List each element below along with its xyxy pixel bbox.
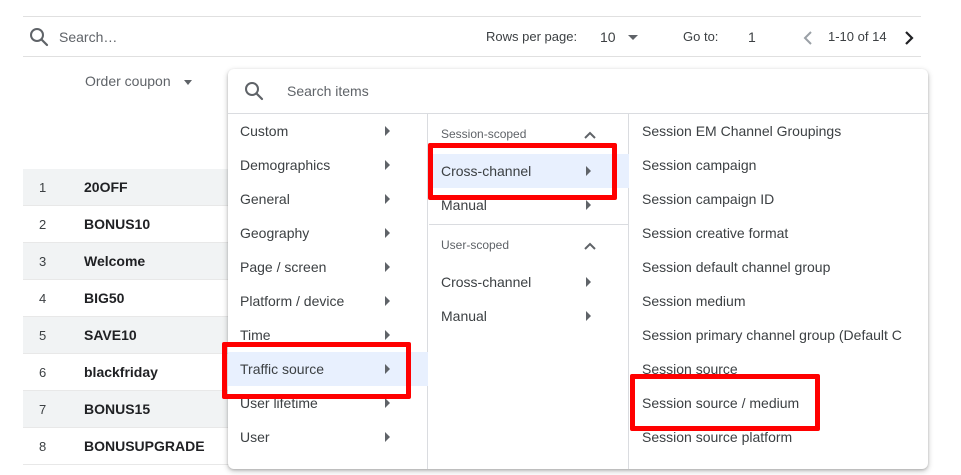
category-item-geography[interactable]: Geography: [228, 216, 428, 250]
caret-right-icon: [586, 200, 591, 210]
dimension-item[interactable]: Session default channel group: [642, 259, 830, 275]
category-label: Demographics: [240, 157, 331, 173]
category-item-user[interactable]: User: [228, 420, 428, 454]
table-toolbar: Search… Rows per page: 10 Go to: 1 1-10 …: [23, 16, 921, 57]
row-number: 4: [39, 291, 47, 306]
caret-right-icon: [586, 311, 591, 321]
row-coupon: Welcome: [84, 253, 146, 269]
dimension-item[interactable]: Session source platform: [642, 429, 792, 445]
dimension-item[interactable]: Session primary channel group (Default C: [642, 327, 902, 343]
category-label: General: [240, 191, 290, 207]
scope-label: Manual: [441, 308, 487, 324]
dimension-item[interactable]: Session campaign: [642, 157, 756, 173]
scope-heading-user: User-scoped: [441, 238, 510, 252]
dimension-item[interactable]: Session EM Channel Groupings: [642, 123, 841, 139]
picker-search-input[interactable]: Search items: [287, 83, 369, 99]
category-item-general[interactable]: General: [228, 182, 428, 216]
row-number: 8: [39, 439, 47, 454]
row-coupon: BONUS10: [84, 216, 151, 232]
row-coupon: 20OFF: [84, 179, 128, 195]
category-label: Platform / device: [240, 293, 345, 309]
pagination-range: 1-10 of 14: [828, 29, 887, 44]
chevron-right-icon[interactable]: [903, 30, 915, 51]
category-list: Custom Demographics General Geography Pa…: [228, 114, 428, 469]
highlight-cross-channel: [428, 143, 617, 200]
row-coupon: blackfriday: [84, 364, 158, 380]
caret-right-icon: [385, 398, 390, 408]
row-number: 3: [39, 254, 47, 269]
row-number: 7: [39, 402, 47, 417]
caret-right-icon: [385, 432, 390, 442]
picker-search-bar: Search items: [228, 69, 928, 114]
category-item-demographics[interactable]: Demographics: [228, 148, 428, 182]
category-label: Page / screen: [240, 259, 327, 275]
category-label: Geography: [240, 225, 310, 241]
goto-page-input[interactable]: 1: [748, 28, 756, 46]
row-coupon: BIG50: [84, 290, 125, 306]
caret-right-icon: [385, 228, 390, 238]
scope-heading-session: Session-scoped: [441, 127, 527, 141]
row-coupon: BONUS15: [84, 401, 151, 417]
row-coupon: BONUSUPGRADE: [84, 438, 205, 454]
caret-down-icon[interactable]: [184, 80, 192, 85]
dimension-picker: Search items Custom Demographics General…: [228, 69, 928, 469]
caret-right-icon: [385, 296, 390, 306]
row-number: 1: [39, 180, 47, 195]
goto-label: Go to:: [683, 29, 719, 44]
scope-item-user-manual[interactable]: Manual: [429, 299, 629, 333]
table-search-input[interactable]: Search…: [59, 28, 117, 46]
dimension-item[interactable]: Session creative format: [642, 225, 788, 241]
chevron-down-icon[interactable]: [628, 35, 638, 40]
row-number: 6: [39, 365, 47, 380]
caret-right-icon: [586, 277, 591, 287]
caret-right-icon: [385, 262, 390, 272]
rows-per-page-label: Rows per page:: [486, 29, 578, 44]
scope-label: Cross-channel: [441, 274, 532, 290]
caret-right-icon: [385, 330, 390, 340]
caret-right-icon: [385, 194, 390, 204]
search-icon: [244, 81, 264, 106]
rows-per-page-select[interactable]: 10: [600, 28, 616, 46]
scope-item-user-cross-channel[interactable]: Cross-channel: [429, 265, 629, 299]
caret-right-icon: [385, 160, 390, 170]
category-item-custom[interactable]: Custom: [228, 114, 428, 148]
row-coupon: SAVE10: [84, 327, 137, 343]
caret-right-icon: [385, 126, 390, 136]
chevron-up-icon[interactable]: [583, 238, 597, 256]
dimension-item[interactable]: Session campaign ID: [642, 191, 774, 207]
category-label: Time: [240, 327, 271, 343]
row-number: 5: [39, 328, 47, 343]
highlight-traffic-source: [222, 342, 411, 399]
category-item-page-screen[interactable]: Page / screen: [228, 250, 428, 284]
scope-divider: [429, 224, 629, 225]
chevron-left-icon[interactable]: [802, 30, 814, 51]
dimension-item[interactable]: Session medium: [642, 293, 746, 309]
row-number: 2: [39, 217, 47, 232]
column-header-order-coupon[interactable]: Order coupon: [85, 73, 171, 89]
category-item-platform-device[interactable]: Platform / device: [228, 284, 428, 318]
highlight-session-source-medium: [630, 374, 820, 431]
category-label: Custom: [240, 123, 289, 139]
category-label: User: [240, 429, 270, 445]
